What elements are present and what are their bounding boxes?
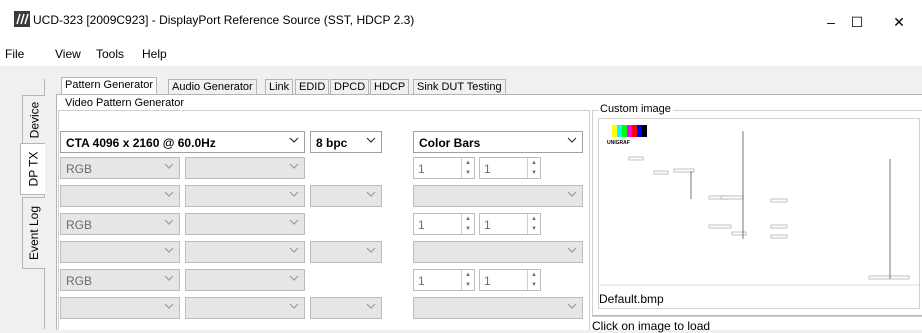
custom-image-filename: Default.bmp [598, 289, 920, 309]
option-select[interactable] [310, 297, 382, 319]
chevron-down-icon [289, 219, 299, 225]
spin-a-input[interactable]: 1 ▲ ▼ [413, 213, 475, 235]
spin-b-input[interactable]: 1 ▲ ▼ [479, 269, 541, 291]
format-option-select[interactable] [185, 157, 305, 179]
side-tab-device[interactable]: Device [22, 95, 45, 145]
format-option-select[interactable] [185, 213, 305, 235]
spin-arrows-icon[interactable]: ▲ ▼ [527, 158, 540, 178]
tab-link[interactable]: Link [265, 79, 294, 95]
chevron-down-icon [164, 191, 174, 197]
parameter-select[interactable] [413, 241, 583, 263]
spin-arrows-icon[interactable]: ▲ ▼ [461, 214, 474, 234]
thumbnail-logo-text: UNIGRAF [607, 140, 630, 146]
spin-arrows-icon[interactable]: ▲ ▼ [461, 158, 474, 178]
tab-pattern-generator[interactable]: Pattern Generator [61, 77, 158, 95]
chevron-down-icon [567, 247, 577, 253]
menu-view[interactable]: View [55, 47, 81, 61]
color-format-select[interactable] [60, 297, 180, 319]
color-format-select[interactable] [60, 241, 180, 263]
bpc-select[interactable]: 8 bpc [310, 131, 382, 153]
menu-file[interactable]: File [5, 47, 24, 61]
chevron-down-icon [289, 163, 299, 169]
format-option-select[interactable] [185, 269, 305, 291]
format-option-select[interactable] [185, 241, 305, 263]
window-title: UCD-323 [2009C923] - DisplayPort Referen… [33, 13, 415, 27]
chevron-down-icon [289, 303, 299, 309]
side-tab-event-log[interactable]: Event Log [22, 197, 45, 269]
tab-audio-generator[interactable]: Audio Generator [168, 79, 257, 95]
color-bar [607, 125, 612, 137]
parameter-select[interactable] [413, 185, 583, 207]
spin-arrows-icon[interactable]: ▲ ▼ [527, 270, 540, 290]
chevron-down-icon [366, 247, 376, 253]
chevron-down-icon [164, 247, 174, 253]
chevron-down-icon [289, 191, 299, 197]
chevron-down-icon [164, 275, 174, 281]
option-select[interactable] [310, 185, 382, 207]
chevron-down-icon [289, 247, 299, 253]
custom-image-group-title: Custom image [598, 103, 673, 115]
pattern-select[interactable]: Color Bars [413, 131, 583, 153]
spin-a-input[interactable]: 1 ▲ ▼ [413, 269, 475, 291]
video-pattern-group-title: Video Pattern Generator [63, 97, 187, 109]
tab-edid[interactable]: EDID [295, 79, 330, 95]
option-select[interactable] [310, 241, 382, 263]
color-bar [622, 125, 627, 137]
spin-b-input[interactable]: 1 ▲ ▼ [479, 157, 541, 179]
menu-bar [0, 44, 922, 66]
tab-hdcp[interactable]: HDCP [370, 79, 410, 95]
chevron-down-icon [289, 275, 299, 281]
maximize-button[interactable]: ☐ [834, 0, 880, 44]
color-format-select[interactable]: RGB [60, 157, 180, 179]
parameter-select[interactable] [413, 297, 583, 319]
color-bar [612, 125, 617, 137]
menu-help[interactable]: Help [142, 47, 167, 61]
chevron-down-icon [289, 137, 299, 143]
color-format-select[interactable]: RGB [60, 213, 180, 235]
format-option-select[interactable] [185, 185, 305, 207]
chevron-down-icon [366, 137, 376, 143]
color-bar [632, 125, 637, 137]
chevron-down-icon [567, 191, 577, 197]
color-format-select[interactable]: RGB [60, 269, 180, 291]
menu-tools[interactable]: Tools [96, 47, 124, 61]
color-format-select[interactable] [60, 185, 180, 207]
spin-a-input[interactable]: 1 ▲ ▼ [413, 157, 475, 179]
maximize-icon: ☐ [850, 13, 864, 30]
chevron-down-icon [164, 303, 174, 309]
chevron-down-icon [164, 219, 174, 225]
close-icon: ✕ [893, 13, 905, 30]
format-option-select[interactable] [185, 297, 305, 319]
color-bar [617, 125, 622, 137]
color-bar [642, 125, 647, 137]
custom-image-hint: Click on image to load [592, 315, 922, 333]
chevron-down-icon [164, 163, 174, 169]
chevron-down-icon [366, 191, 376, 197]
custom-image-preview[interactable]: UNIGRAF [598, 118, 920, 291]
side-tab-dp-tx[interactable]: DP TX [20, 143, 45, 195]
tab-sink-dut-testing[interactable]: Sink DUT Testing [413, 79, 506, 95]
tab-dpcd[interactable]: DPCD [330, 79, 370, 95]
app-logo-icon [14, 11, 30, 27]
color-bar [627, 125, 632, 137]
chevron-down-icon [366, 303, 376, 309]
close-button[interactable]: ✕ [876, 0, 922, 44]
color-bar [637, 125, 642, 137]
spin-arrows-icon[interactable]: ▲ ▼ [461, 270, 474, 290]
spin-b-input[interactable]: 1 ▲ ▼ [479, 213, 541, 235]
timing-select[interactable]: CTA 4096 x 2160 @ 60.0Hz [60, 131, 305, 153]
chevron-down-icon [567, 303, 577, 309]
spin-arrows-icon[interactable]: ▲ ▼ [527, 214, 540, 234]
chevron-down-icon [567, 137, 577, 143]
pattern-thumbnail: UNIGRAF [599, 125, 919, 286]
